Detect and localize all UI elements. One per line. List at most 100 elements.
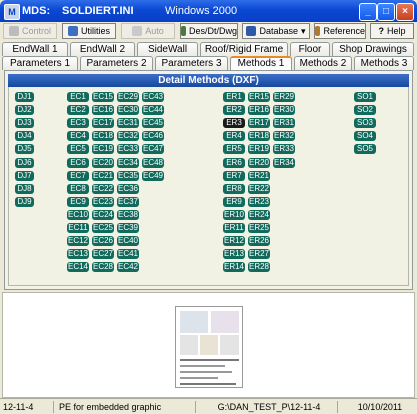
method-button-er13[interactable]: ER13 (223, 249, 245, 260)
method-button-dj6[interactable]: DJ6 (15, 157, 34, 168)
method-button-ec3[interactable]: EC3 (67, 118, 89, 129)
method-button-ec49[interactable]: EC49 (142, 170, 164, 181)
method-button-so5[interactable]: SO5 (354, 144, 376, 155)
method-button-er16[interactable]: ER16 (248, 105, 270, 116)
method-button-ec23[interactable]: EC23 (92, 196, 114, 207)
method-button-er11[interactable]: ER11 (223, 223, 245, 233)
method-button-er19[interactable]: ER19 (248, 144, 270, 155)
method-button-er14[interactable]: ER14 (223, 262, 245, 273)
method-button-dj7[interactable]: DJ7 (15, 170, 34, 181)
method-button-er3[interactable]: ER3 (223, 118, 245, 129)
method-button-ec22[interactable]: EC22 (92, 183, 114, 194)
minimize-button[interactable]: _ (359, 3, 377, 21)
auto-button[interactable]: Auto (121, 23, 175, 39)
method-button-er27[interactable]: ER27 (248, 249, 270, 260)
method-button-ec42[interactable]: EC42 (117, 262, 139, 273)
control-button[interactable]: Control (3, 23, 57, 39)
tab-sidewall[interactable]: SideWall (137, 42, 198, 56)
method-button-er26[interactable]: ER26 (248, 236, 270, 247)
method-button-ec5[interactable]: EC5 (67, 144, 89, 155)
close-button[interactable]: × (396, 3, 414, 21)
method-button-er31[interactable]: ER31 (273, 118, 295, 129)
method-button-er25[interactable]: ER25 (248, 223, 270, 233)
method-button-ec9[interactable]: EC9 (67, 196, 89, 207)
tab-parameters-3[interactable]: Parameters 3 (155, 56, 228, 70)
method-button-ec31[interactable]: EC31 (117, 118, 139, 129)
method-button-ec7[interactable]: EC7 (67, 170, 89, 181)
method-button-ec30[interactable]: EC30 (117, 105, 139, 116)
method-button-so4[interactable]: SO4 (354, 131, 376, 142)
method-button-so1[interactable]: SO1 (354, 92, 376, 102)
method-button-ec26[interactable]: EC26 (92, 236, 114, 247)
method-button-ec6[interactable]: EC6 (67, 157, 89, 168)
method-button-er29[interactable]: ER29 (273, 92, 295, 102)
method-button-ec44[interactable]: EC44 (142, 105, 164, 116)
method-button-ec35[interactable]: EC35 (117, 170, 139, 181)
method-button-er17[interactable]: ER17 (248, 118, 270, 129)
method-button-er15[interactable]: ER15 (248, 92, 270, 102)
method-button-ec25[interactable]: EC25 (92, 223, 114, 233)
method-button-dj9[interactable]: DJ9 (15, 196, 34, 207)
tab-endwall-1[interactable]: EndWall 1 (2, 42, 68, 56)
method-button-er23[interactable]: ER23 (248, 196, 270, 207)
method-button-er4[interactable]: ER4 (223, 131, 245, 142)
method-button-ec34[interactable]: EC34 (117, 157, 139, 168)
method-button-ec2[interactable]: EC2 (67, 105, 89, 116)
method-button-ec46[interactable]: EC46 (142, 131, 164, 142)
method-button-dj5[interactable]: DJ5 (15, 144, 34, 155)
method-button-er9[interactable]: ER9 (223, 196, 245, 207)
method-button-so3[interactable]: SO3 (354, 118, 376, 129)
method-button-er8[interactable]: ER8 (223, 183, 245, 194)
method-button-ec33[interactable]: EC33 (117, 144, 139, 155)
method-button-ec36[interactable]: EC36 (117, 183, 139, 194)
drawing-thumbnail[interactable] (175, 306, 243, 388)
method-button-ec10[interactable]: EC10 (67, 209, 89, 220)
des-dt-dwg-button[interactable]: Des/Dt/Dwg (180, 23, 238, 39)
method-button-ec16[interactable]: EC16 (92, 105, 114, 116)
method-button-ec28[interactable]: EC28 (92, 262, 114, 273)
method-button-er7[interactable]: ER7 (223, 170, 245, 181)
method-button-ec47[interactable]: EC47 (142, 144, 164, 155)
method-button-er30[interactable]: ER30 (273, 105, 295, 116)
method-button-dj3[interactable]: DJ3 (15, 118, 34, 129)
method-button-so2[interactable]: SO2 (354, 105, 376, 116)
tab-methods-2[interactable]: Methods 2 (294, 56, 352, 70)
method-button-ec1[interactable]: EC1 (67, 92, 89, 102)
method-button-ec39[interactable]: EC39 (117, 223, 139, 233)
method-button-ec45[interactable]: EC45 (142, 118, 164, 129)
method-button-ec27[interactable]: EC27 (92, 249, 114, 260)
method-button-dj8[interactable]: DJ8 (15, 183, 34, 194)
method-button-ec11[interactable]: EC11 (67, 223, 89, 233)
method-button-ec12[interactable]: EC12 (67, 236, 89, 247)
method-button-dj1[interactable]: DJ1 (15, 92, 34, 102)
method-button-ec17[interactable]: EC17 (92, 118, 114, 129)
tab-methods-3[interactable]: Methods 3 (354, 56, 414, 70)
method-button-ec15[interactable]: EC15 (92, 92, 114, 102)
method-button-er10[interactable]: ER10 (223, 209, 245, 220)
utilities-button[interactable]: Utilities (62, 23, 116, 39)
method-button-ec43[interactable]: EC43 (142, 92, 164, 102)
method-button-ec32[interactable]: EC32 (117, 131, 139, 142)
method-button-ec38[interactable]: EC38 (117, 209, 139, 220)
method-button-er24[interactable]: ER24 (248, 209, 270, 220)
tab-shop-drawings[interactable]: Shop Drawings (332, 42, 414, 56)
method-button-ec24[interactable]: EC24 (92, 209, 114, 220)
tab-methods-1[interactable]: Methods 1 (230, 56, 292, 70)
method-button-ec20[interactable]: EC20 (92, 157, 114, 168)
help-button[interactable]: ? Help (370, 23, 414, 39)
method-button-er33[interactable]: ER33 (273, 144, 295, 155)
database-dropdown[interactable]: Database ▾ (242, 23, 310, 39)
method-button-ec37[interactable]: EC37 (117, 196, 139, 207)
method-button-ec13[interactable]: EC13 (67, 249, 89, 260)
method-button-er20[interactable]: ER20 (248, 157, 270, 168)
method-button-er5[interactable]: ER5 (223, 144, 245, 155)
reference-button[interactable]: Reference (314, 23, 366, 39)
method-button-ec21[interactable]: EC21 (92, 170, 114, 181)
method-button-er22[interactable]: ER22 (248, 183, 270, 194)
method-button-dj4[interactable]: DJ4 (15, 131, 34, 142)
method-button-ec4[interactable]: EC4 (67, 131, 89, 142)
method-button-er6[interactable]: ER6 (223, 157, 245, 168)
method-button-er32[interactable]: ER32 (273, 131, 295, 142)
method-button-er21[interactable]: ER21 (248, 170, 270, 181)
method-button-er2[interactable]: ER2 (223, 105, 245, 116)
